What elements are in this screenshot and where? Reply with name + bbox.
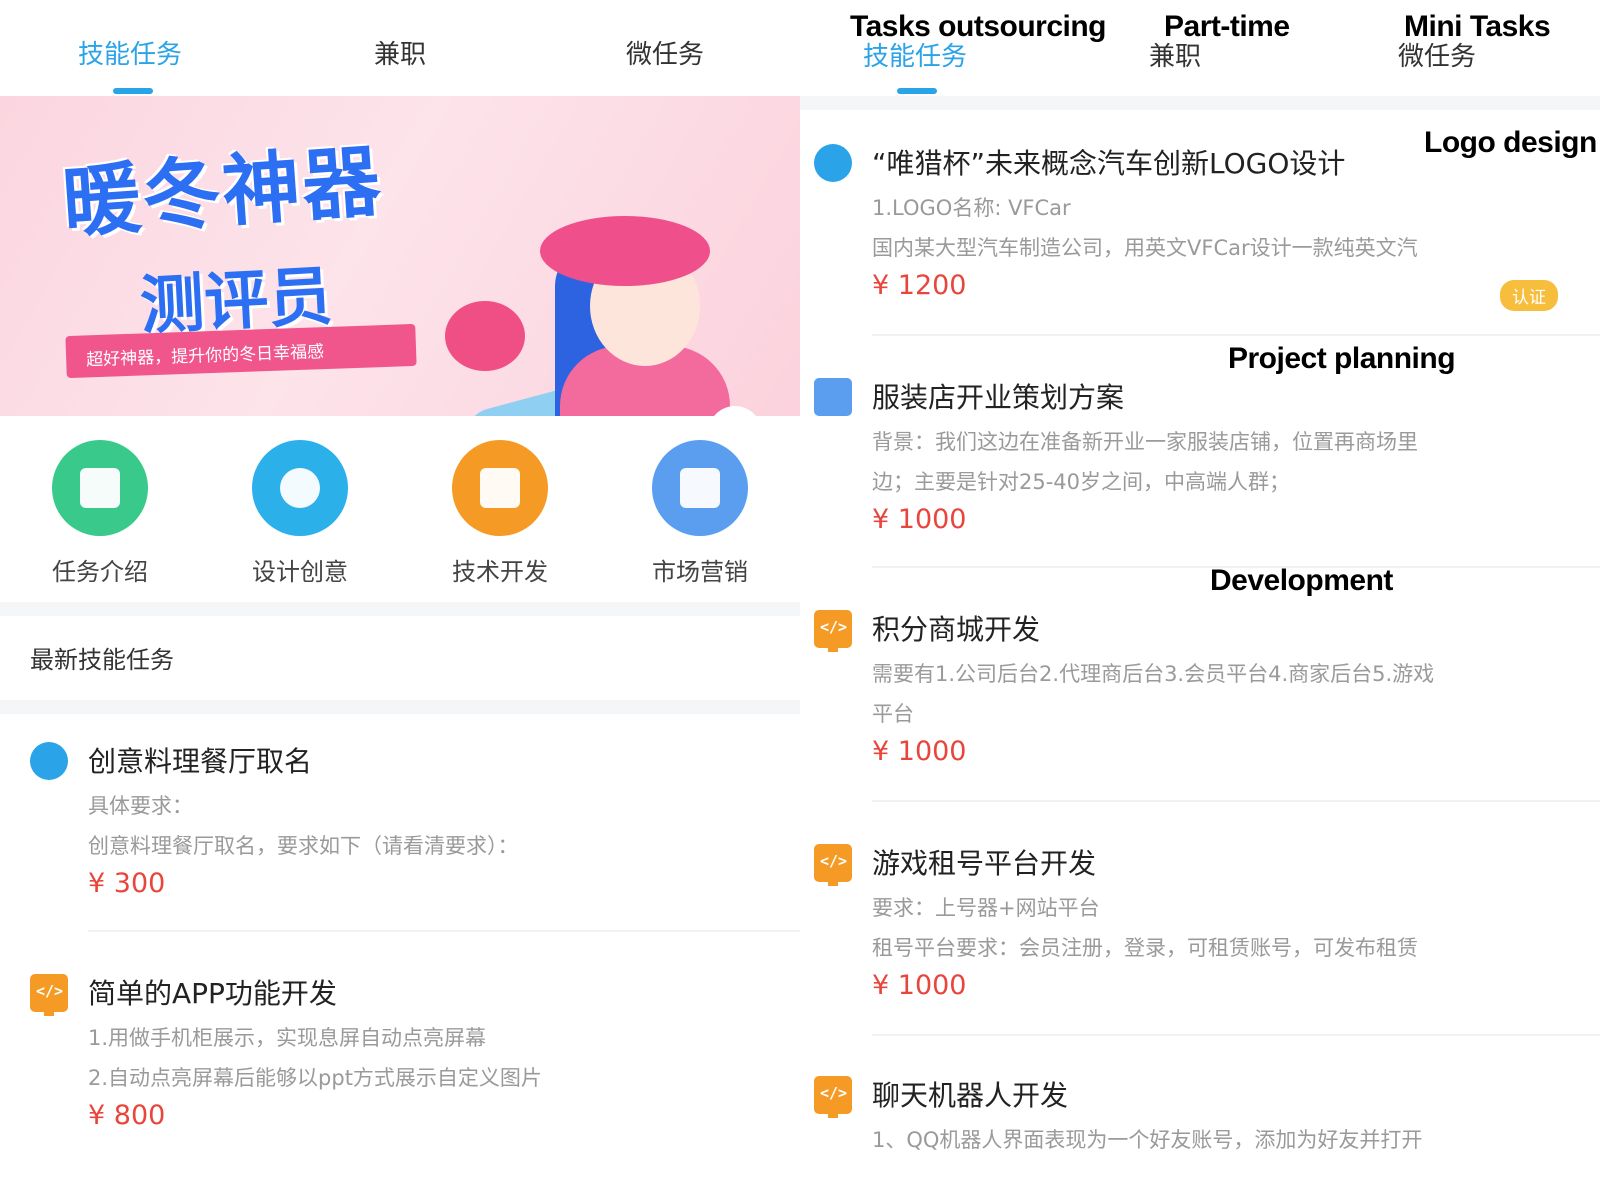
paw-illustration <box>445 301 525 371</box>
code-icon: </> <box>814 844 852 886</box>
section-title: 最新技能任务 <box>30 646 174 674</box>
code-icon: </> <box>814 610 852 652</box>
banner-title: 暖冬神器 <box>59 136 386 250</box>
annotation-tasks-outsourcing: Tasks outsourcing <box>850 10 1107 43</box>
annotation-logo-design: Logo design <box>1424 126 1597 159</box>
tab-skill-tasks[interactable]: 技能任务 <box>30 34 230 71</box>
category-tech-dev[interactable]: 技术开发 <box>400 440 600 587</box>
left-screen: 技能任务 兼职 微任务 暖冬神器 测评员 超好神器，提升你的冬日幸福感 任务介绍… <box>0 0 800 1198</box>
task-price: ¥ 1000 <box>872 970 967 1001</box>
task-price: ¥ 1000 <box>872 504 967 535</box>
task-price: ¥ 1200 <box>872 270 967 301</box>
palette-icon <box>30 742 68 780</box>
category-task-intro[interactable]: 任务介绍 <box>0 440 200 587</box>
code-icon: </> <box>814 1076 852 1118</box>
annotation-development: Development <box>1210 564 1393 597</box>
palette-icon <box>252 440 348 536</box>
chart-icon <box>652 440 748 536</box>
palette-icon <box>814 144 852 182</box>
annotation-part-time: Part-time <box>1164 10 1290 43</box>
right-screen: 技能任务 兼职 微任务 “唯猎杯”未来概念汽车创新LOGO设计 1.LOGO名称… <box>800 0 1600 1198</box>
tab-mini-tasks[interactable]: 微任务 <box>565 34 765 71</box>
annotation-mini-tasks: Mini Tasks <box>1404 10 1551 43</box>
annotation-project-planning: Project planning <box>1228 342 1456 375</box>
document-icon <box>52 440 148 536</box>
code-icon <box>452 440 548 536</box>
category-marketing[interactable]: 市场营销 <box>600 440 800 587</box>
code-icon: </> <box>30 974 68 1016</box>
tab-active-indicator <box>897 88 937 94</box>
verified-badge: 认证 <box>1500 280 1558 311</box>
category-design[interactable]: 设计创意 <box>200 440 400 587</box>
task-price: ¥ 300 <box>88 868 166 899</box>
task-price: ¥ 800 <box>88 1100 166 1131</box>
tab-part-time[interactable]: 兼职 <box>300 34 500 71</box>
chart-icon <box>814 378 852 416</box>
tab-active-indicator <box>113 88 153 94</box>
task-price: ¥ 1000 <box>872 736 967 767</box>
tab-bar: 技能任务 兼职 微任务 <box>0 0 800 96</box>
